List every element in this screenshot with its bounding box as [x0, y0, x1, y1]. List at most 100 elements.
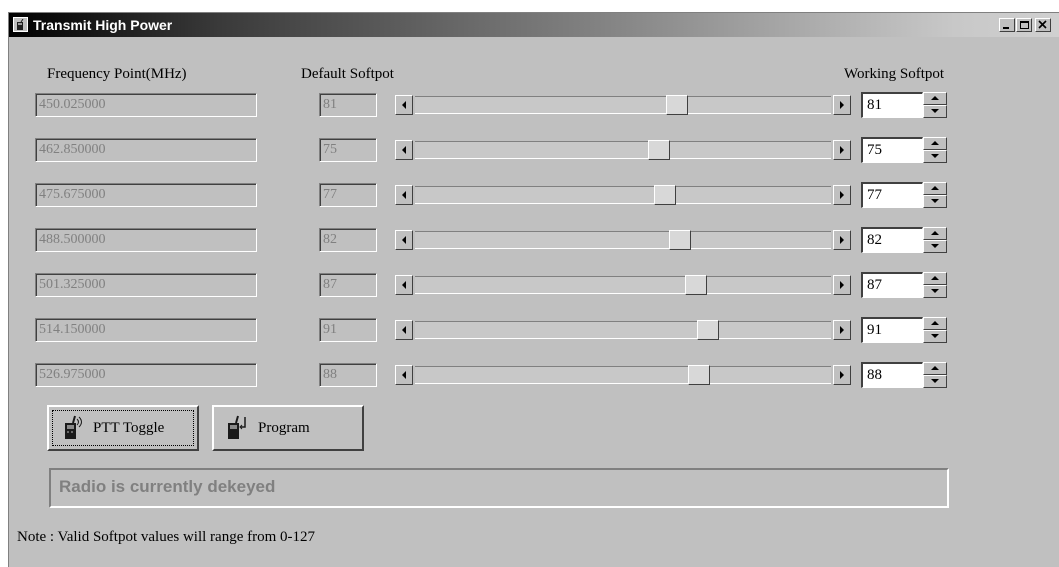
default-softpot-field: 77: [319, 183, 377, 207]
frequency-field: 488.500000: [35, 228, 257, 252]
arrow-right-icon: [840, 101, 844, 109]
softpot-slider[interactable]: [395, 273, 851, 297]
close-icon: [1038, 20, 1047, 29]
slider-right-button[interactable]: [833, 365, 851, 385]
working-softpot-input[interactable]: 87: [861, 272, 923, 298]
working-softpot-header: Working Softpot: [844, 66, 945, 82]
arrow-left-icon: [402, 236, 406, 244]
default-softpot-field: 88: [319, 363, 377, 387]
arrow-left-icon: [402, 191, 406, 199]
working-softpot-input[interactable]: 82: [861, 227, 923, 253]
ptt-toggle-button[interactable]: PTT Toggle: [47, 405, 199, 451]
default-softpot-field: 87: [319, 273, 377, 297]
slider-left-button[interactable]: [395, 230, 413, 250]
spin-up-button[interactable]: [923, 317, 947, 330]
slider-track[interactable]: [415, 276, 831, 294]
close-button[interactable]: [1035, 18, 1051, 32]
slider-left-button[interactable]: [395, 95, 413, 115]
spin-up-button[interactable]: [923, 272, 947, 285]
softpot-slider[interactable]: [395, 93, 851, 117]
arrow-down-icon: [931, 199, 939, 203]
frequency-field: 462.850000: [35, 138, 257, 162]
arrow-right-icon: [840, 146, 844, 154]
slider-thumb[interactable]: [653, 185, 676, 205]
arrow-up-icon: [931, 186, 939, 190]
softpot-slider[interactable]: [395, 183, 851, 207]
slider-right-button[interactable]: [833, 230, 851, 250]
slider-track[interactable]: [415, 141, 831, 159]
slider-thumb[interactable]: [688, 365, 710, 385]
transmit-high-power-window: Transmit High Power Frequency Point(MHz)…: [8, 12, 1059, 567]
slider-left-button[interactable]: [395, 275, 413, 295]
arrow-down-icon: [931, 379, 939, 383]
slider-right-button[interactable]: [833, 140, 851, 160]
spin-up-button[interactable]: [923, 362, 947, 375]
spin-down-button[interactable]: [923, 330, 947, 343]
slider-thumb[interactable]: [669, 230, 692, 250]
minimize-button[interactable]: [999, 18, 1015, 32]
radio-app-icon[interactable]: [13, 17, 28, 32]
frequency-header: Frequency Point(MHz): [47, 66, 187, 82]
frequency-field: 475.675000: [35, 183, 257, 207]
working-softpot-spinner[interactable]: 75: [861, 137, 949, 163]
arrow-right-icon: [840, 191, 844, 199]
slider-left-button[interactable]: [395, 185, 413, 205]
slider-left-button[interactable]: [395, 365, 413, 385]
working-softpot-input[interactable]: 88: [861, 362, 923, 388]
radio-icon: [65, 415, 82, 439]
slider-thumb[interactable]: [647, 140, 670, 160]
program-button[interactable]: Program: [212, 405, 364, 451]
spin-down-button[interactable]: [923, 150, 947, 163]
spin-up-button[interactable]: [923, 227, 947, 240]
status-display: Radio is currently dekeyed: [49, 468, 949, 508]
slider-left-button[interactable]: [395, 140, 413, 160]
maximize-icon: [1020, 21, 1029, 29]
working-softpot-spinner[interactable]: 82: [861, 227, 949, 253]
arrow-up-icon: [931, 366, 939, 370]
working-softpot-input[interactable]: 81: [861, 92, 923, 118]
slider-track[interactable]: [415, 366, 831, 384]
spin-up-button[interactable]: [923, 92, 947, 105]
working-softpot-input[interactable]: 77: [861, 182, 923, 208]
spin-down-button[interactable]: [923, 375, 947, 388]
spin-down-button[interactable]: [923, 195, 947, 208]
softpot-slider[interactable]: [395, 228, 851, 252]
ptt-toggle-label: PTT Toggle: [93, 419, 165, 436]
softpot-slider[interactable]: [395, 138, 851, 162]
arrow-left-icon: [402, 326, 406, 334]
working-softpot-input[interactable]: 75: [861, 137, 923, 163]
working-softpot-spinner[interactable]: 88: [861, 362, 949, 388]
slider-right-button[interactable]: [833, 275, 851, 295]
frequency-field: 501.325000: [35, 273, 257, 297]
working-softpot-input[interactable]: 91: [861, 317, 923, 343]
default-softpot-field: 75: [319, 138, 377, 162]
slider-track[interactable]: [415, 96, 831, 114]
softpot-slider[interactable]: [395, 363, 851, 387]
slider-right-button[interactable]: [833, 95, 851, 115]
spin-down-button[interactable]: [923, 240, 947, 253]
slider-track[interactable]: [415, 186, 831, 204]
working-softpot-spinner[interactable]: 87: [861, 272, 949, 298]
arrow-down-icon: [931, 109, 939, 113]
spin-up-button[interactable]: [923, 137, 947, 150]
slider-track[interactable]: [415, 231, 831, 249]
slider-thumb[interactable]: [697, 320, 720, 340]
slider-right-button[interactable]: [833, 320, 851, 340]
title-bar[interactable]: Transmit High Power: [9, 13, 1059, 37]
slider-thumb[interactable]: [666, 95, 689, 115]
spin-up-button[interactable]: [923, 182, 947, 195]
slider-left-button[interactable]: [395, 320, 413, 340]
softpot-slider[interactable]: [395, 318, 851, 342]
working-softpot-spinner[interactable]: 81: [861, 92, 949, 118]
spin-down-button[interactable]: [923, 285, 947, 298]
radio-program-icon: [228, 415, 246, 439]
spin-down-button[interactable]: [923, 105, 947, 118]
slider-right-button[interactable]: [833, 185, 851, 205]
maximize-button[interactable]: [1016, 18, 1032, 32]
frequency-field: 514.150000: [35, 318, 257, 342]
working-softpot-spinner[interactable]: 91: [861, 317, 949, 343]
slider-thumb[interactable]: [684, 275, 707, 295]
frequency-field: 526.975000: [35, 363, 257, 387]
slider-track[interactable]: [415, 321, 831, 339]
working-softpot-spinner[interactable]: 77: [861, 182, 949, 208]
